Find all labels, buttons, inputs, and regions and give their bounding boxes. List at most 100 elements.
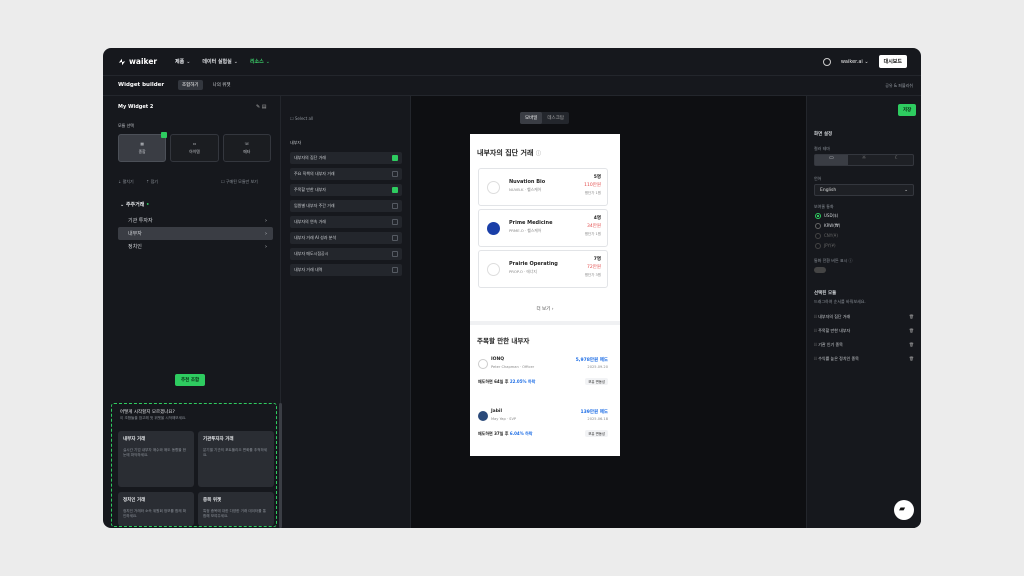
rec-card-institution[interactable]: 기관투자자 거래 분기별 기관의 포트폴리오 변화를 추적하세요. — [198, 431, 274, 487]
module-row[interactable]: 내부자의 연속 거래 — [290, 216, 402, 228]
widget-title: 내부자의 집단 거래 ⓘ — [477, 148, 541, 158]
widget-name[interactable]: My Widget 2 — [118, 104, 153, 110]
moon-icon[interactable]: ☾ — [880, 155, 913, 165]
desktop-button[interactable]: 데스크탑 — [542, 112, 569, 124]
phone-preview: 내부자의 집단 거래 ⓘ Nuvation Bio NUVB.K · 헬스케어 5명… — [470, 134, 620, 456]
selected-module-item[interactable]: ⠿ 내부자의 집단 거래 🗑 — [814, 314, 914, 320]
more-button[interactable]: 더 보기 › — [470, 306, 620, 312]
nav-item-product[interactable]: 제품 ⌄ — [175, 58, 190, 66]
language-select[interactable]: English ⌄ — [814, 184, 914, 196]
selected-only-toggle[interactable]: ☐ 구매된 모듈만 보기 — [221, 179, 258, 185]
dot-icon: • — [146, 202, 150, 208]
selected-module-item[interactable]: ⠿ 기관 인기 종목 🗑 — [814, 342, 914, 348]
selected-module-label: 수익률 높은 정치인 종목 — [818, 356, 859, 361]
top-nav: waiker 제품 ⌄ 데이터 실험실 ⌄ 리소스 ⌄ waiker.ai ⌄ 대시보… — [103, 48, 921, 76]
company-card[interactable]: Prime Medicine PRME.O · 헬스케어 4명 34만원 평단가 1원 — [478, 209, 608, 247]
mobile-button[interactable]: 모바일 — [520, 112, 543, 124]
card-desc: 특정 종목에 대한 다양한 거래 데이터를 통합해 보여주세요. — [203, 509, 267, 518]
nav-item-lab[interactable]: 데이터 실험실 ⌄ — [202, 58, 238, 66]
radio-usd[interactable] — [815, 213, 821, 219]
company-logo — [487, 263, 500, 276]
module-row[interactable]: 주목할 만한 내부자 — [290, 184, 402, 196]
company-card[interactable]: Nuvation Bio NUVB.K · 헬스케어 5명 110만원 평단가 1원 — [478, 168, 608, 206]
recommend-button[interactable]: 추천 조합 — [175, 374, 206, 386]
trash-icon[interactable]: 🗑 — [909, 356, 914, 361]
module-row[interactable]: 주요 직책의 내부자 거래 — [290, 168, 402, 180]
currency-toggle[interactable] — [814, 267, 826, 273]
expand-button[interactable]: ⇣ 펼치기 — [118, 179, 134, 185]
insider-date: 2025.09.20 — [587, 365, 608, 369]
dashboard-button[interactable]: 대시보드 — [878, 55, 907, 68]
company-card[interactable]: Prairie Operating PROP.O · 에너지 7명 72만원 평단가 3… — [478, 250, 608, 288]
tree-item-insider[interactable]: 내부자 › — [118, 227, 273, 240]
tree-item-politician[interactable]: 정치인 › — [118, 240, 273, 253]
device-toggle: 모바일 데스크탑 — [520, 112, 569, 124]
drag-handle-icon[interactable]: ⠿ — [814, 356, 817, 361]
module-row[interactable]: 임원별 내부자 주간 거래 — [290, 200, 402, 212]
selected-module-label: 내부자의 집단 거래 — [818, 314, 851, 319]
save-button[interactable]: 저장 — [898, 104, 917, 116]
insider-note: 매도하면 64일 후 — [478, 379, 509, 384]
radio-jpy[interactable] — [815, 243, 821, 249]
drag-handle-icon[interactable]: ⠿ — [814, 342, 817, 347]
checkbox[interactable] — [392, 267, 398, 273]
module-label: 내부자 거래 내역 — [294, 267, 323, 272]
account-menu[interactable]: waiker.ai ⌄ — [841, 59, 869, 65]
edit-icon[interactable]: ✎ ▤ — [256, 104, 267, 110]
card-desc: 실시간 기업 내부자 매수와 매도 동향을 한눈에 파악하세요. — [123, 448, 187, 457]
checkbox[interactable] — [392, 251, 398, 257]
module-label: 주요 직책의 내부자 거래 — [294, 171, 335, 176]
theme-option-all[interactable]: ▦ 종합 — [118, 132, 168, 162]
checkbox[interactable] — [392, 235, 398, 241]
theme-option-item[interactable]: ▭ 아이템 — [170, 134, 219, 162]
tree-root[interactable]: ⌄ 주주거래 • — [120, 201, 149, 208]
checkbox[interactable] — [392, 171, 398, 177]
rec-card-politician[interactable]: 정치인 거래 정치인 거래와 소속 위원회 정보를 함께 확인하세요. — [118, 492, 194, 526]
trash-icon[interactable]: 🗑 — [909, 314, 914, 319]
globe-icon[interactable] — [822, 57, 831, 66]
tree-item-label: 내부자 — [128, 231, 142, 237]
drag-hint: 드래그하여 순서를 바꿔보세요. — [814, 299, 866, 304]
tree-item-institutional[interactable]: 기관 투자자 › — [118, 214, 273, 227]
monitor-icon[interactable]: ▭ — [815, 155, 848, 165]
radio-krw[interactable] — [815, 223, 821, 229]
tree: 기관 투자자 › 내부자 › 정치인 › — [118, 214, 273, 253]
tab-my-widgets[interactable]: 나의 위젯 — [209, 80, 235, 90]
share-link[interactable]: 공유 & 퍼블리쉬 — [885, 83, 913, 89]
module-row[interactable]: 내부자 거래 내역 — [290, 264, 402, 276]
theme-toggle: ▭ ☼ ☾ — [814, 154, 914, 166]
theme-option-meta[interactable]: ☏ 메타 — [222, 134, 271, 162]
nav-item-resources[interactable]: 리소스 ⌄ — [250, 58, 270, 66]
trash-icon[interactable]: 🗑 — [909, 342, 914, 347]
tree-root-label: 주주거래 — [125, 202, 145, 208]
company-ticker: NUVB.K · 헬스케어 — [509, 187, 542, 192]
drag-handle-icon[interactable]: ⠿ — [814, 314, 817, 319]
currency-option: JPY(¥) — [824, 243, 836, 248]
drag-handle-icon[interactable]: ⠿ — [814, 328, 817, 333]
rec-card-insider[interactable]: 내부자 거래 실시간 기업 내부자 매수와 매도 동향을 한눈에 파악하세요. — [118, 431, 194, 487]
widget-title-text: 내부자의 집단 거래 — [477, 149, 534, 157]
module-row[interactable]: 내부자 거래 AI 성과 분석 — [290, 232, 402, 244]
checkbox[interactable] — [392, 219, 398, 225]
module-row[interactable]: 내부자의 집단 거래 — [290, 152, 402, 164]
radio-cny[interactable] — [815, 233, 821, 239]
checkbox[interactable] — [392, 203, 398, 209]
rec-card-stock[interactable]: 종목 위젯 특정 종목에 대한 다양한 거래 데이터를 통합해 보여주세요. — [198, 492, 274, 526]
select-all[interactable]: ☐ Select all — [290, 116, 313, 121]
module-row[interactable]: 내부자 매도시점공시 — [290, 248, 402, 260]
selected-module-item[interactable]: ⠿ 주목할 만한 내부자 🗑 — [814, 328, 914, 334]
account-label: waiker.ai — [840, 58, 863, 65]
checkbox[interactable] — [392, 155, 398, 161]
tab-compose[interactable]: 조합하기 — [178, 80, 203, 90]
selected-module-item[interactable]: ⠿ 수익률 높은 정치인 종목 🗑 — [814, 356, 914, 362]
chat-button[interactable]: ▰ — [894, 500, 914, 520]
sun-icon[interactable]: ☼ — [848, 155, 881, 165]
chevron-right-icon: › — [265, 230, 267, 237]
mode-label: 모듈 선택 — [118, 123, 134, 128]
logo[interactable]: waiker — [118, 57, 157, 66]
nav-label: 데이터 실험실 — [202, 59, 232, 65]
checkbox[interactable] — [392, 187, 398, 193]
insider-date: 2025.06.18 — [587, 417, 608, 421]
collapse-button[interactable]: ⇡ 접기 — [146, 179, 158, 185]
trash-icon[interactable]: 🗑 — [909, 328, 914, 333]
